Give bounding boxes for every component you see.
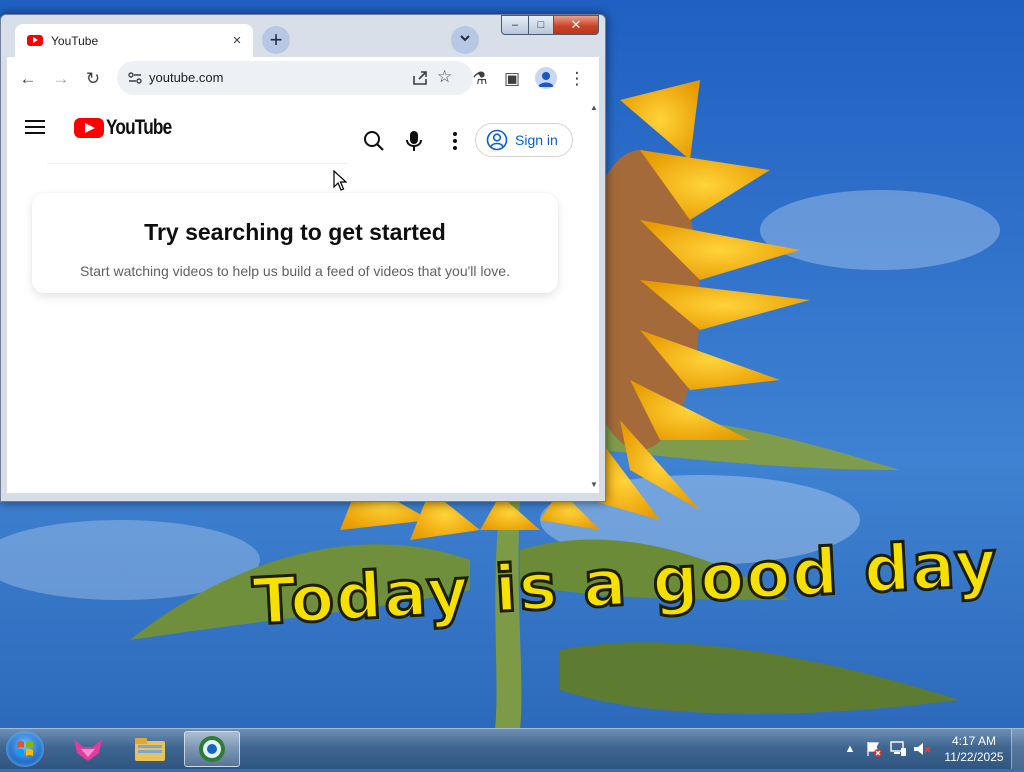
youtube-logo[interactable]: YouTube [74,116,186,140]
show-desktop-button[interactable] [1011,729,1024,769]
tab-youtube[interactable]: YouTube × [15,24,253,57]
youtube-header: YouTube Sign in [7,99,589,157]
side-panel-icon[interactable]: ▣ [501,68,523,90]
site-info-icon[interactable] [127,70,143,86]
account-circle-icon [486,129,508,151]
mouse-cursor-icon [333,170,347,191]
window-controls: – □ ✕ [501,15,599,35]
taskbar-app-browser[interactable] [184,731,240,767]
maximize-button[interactable]: □ [529,15,554,35]
youtube-play-logo-icon [74,118,104,138]
tab-close-icon[interactable]: × [227,32,247,49]
volume-muted-icon[interactable] [912,739,932,759]
more-vert-icon[interactable] [444,130,466,152]
windows-logo-icon [17,741,33,756]
browser-toolbar: ← → ↻ youtube.com ☆ ⚗ ▣ ⋮ [7,57,599,99]
minimize-button[interactable]: – [501,15,529,35]
tab-search-button[interactable] [451,26,479,54]
taskbar-app-fox[interactable] [60,731,116,767]
action-center-flag-icon[interactable] [864,739,884,759]
browser-globe-icon [199,736,225,762]
forward-icon[interactable]: → [50,68,72,90]
scroll-up-arrow-icon[interactable]: ▲ [590,103,598,112]
header-divider [47,163,347,164]
labs-flask-icon[interactable]: ⚗ [469,68,491,90]
prompt-body: Start watching videos to help us build a… [80,263,510,279]
tray-expand-icon[interactable]: ▲ [840,739,860,759]
start-button[interactable] [6,731,44,767]
back-icon[interactable]: ← [17,68,39,90]
bookmark-star-icon[interactable]: ☆ [437,67,452,87]
prompt-title: Try searching to get started [144,219,446,245]
folder-icon [135,738,165,761]
taskbar-app-explorer[interactable] [122,731,178,767]
tab-title: YouTube [51,33,99,48]
profile-avatar-icon[interactable] [535,67,557,89]
hamburger-menu-icon[interactable] [25,119,45,135]
reload-icon[interactable]: ↻ [82,68,104,90]
web-page: YouTube Sign in Try searching to get sta… [7,99,599,493]
sign-in-label: Sign in [515,132,558,148]
browser-window: YouTube × + – □ ✕ ← → ↻ youtube.com ☆ ⚗ … [0,14,606,502]
taskbar: ▲ 4:17 AM 11/22/2025 [0,728,1024,769]
address-bar[interactable]: youtube.com ☆ [117,61,473,95]
youtube-favicon-icon [27,35,43,46]
url-text[interactable]: youtube.com [149,70,223,85]
new-tab-button[interactable]: + [262,26,290,54]
search-icon[interactable] [363,130,385,152]
clock-date: 11/22/2025 [944,750,1004,764]
share-icon[interactable] [411,69,429,87]
close-window-button[interactable]: ✕ [554,15,599,35]
browser-menu-icon[interactable]: ⋮ [566,68,588,90]
system-tray: ▲ [840,729,936,769]
clock[interactable]: 4:17 AM 11/22/2025 [938,733,1010,765]
microphone-icon[interactable] [403,130,425,152]
pink-fox-app-icon [74,739,102,761]
page-scrollbar[interactable]: ▲ ▼ [589,99,599,493]
youtube-logo-text: YouTube [106,116,172,139]
clock-time: 4:17 AM [951,734,997,748]
network-icon[interactable] [888,739,908,759]
sign-in-button[interactable]: Sign in [475,123,573,157]
scroll-down-arrow-icon[interactable]: ▼ [590,480,598,489]
empty-feed-prompt-card: Try searching to get started Start watch… [32,193,558,293]
